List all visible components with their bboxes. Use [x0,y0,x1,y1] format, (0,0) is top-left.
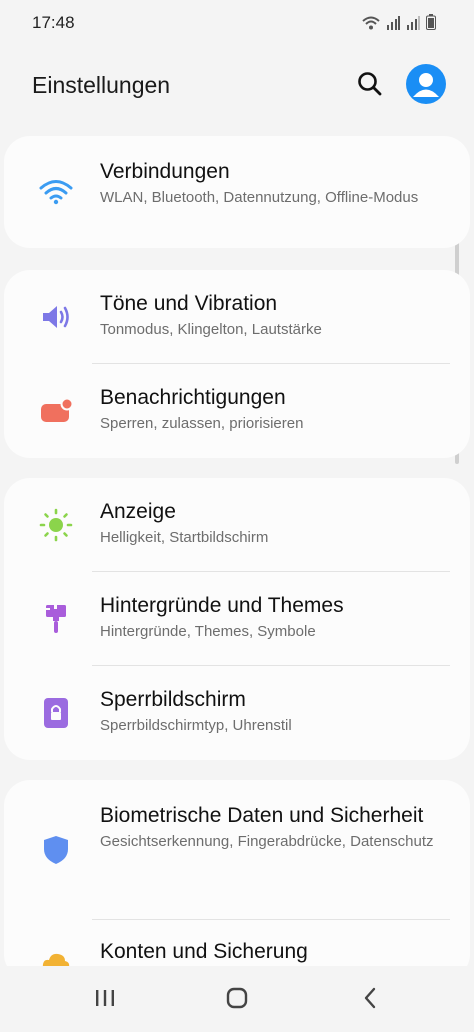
settings-item-subtitle: Gesichtserkennung, Fingerabdrücke, Daten… [100,833,434,850]
settings-item-title: Anzeige [100,500,176,523]
settings-group-security: Biometrische Daten und Sicherheit Gesich… [4,780,470,980]
battery-icon [426,14,436,30]
settings-item-title: Töne und Vibration [100,292,278,315]
settings-item-display[interactable]: Anzeige Helligkeit, Startbildschirm [4,478,470,572]
settings-item-sounds[interactable]: Töne und Vibration Tonmodus, Klingelton,… [4,270,470,364]
settings-item-subtitle: Sperren, zulassen, priorisieren [100,415,304,432]
settings-item-biometrics[interactable]: Biometrische Daten und Sicherheit Gesich… [4,780,470,920]
settings-screen: 17:48 Einstellungen Verbindungen WLAN, B… [0,0,474,1032]
settings-item-title: Biometrische Daten und Sicherheit [100,804,424,827]
signal-icon [387,16,400,30]
page-title: Einstellungen [32,72,171,98]
notification-icon [36,391,76,431]
shield-icon [36,830,76,870]
account-icon [413,73,439,97]
settings-item-title: Sperrbildschirm [100,688,246,711]
app-header: Einstellungen [0,60,474,110]
wifi-icon [362,16,380,30]
settings-item-title: Konten und Sicherung [100,940,308,963]
back-icon [364,987,376,1009]
settings-group-connections: Verbindungen WLAN, Bluetooth, Datennutzu… [4,136,470,248]
account-avatar[interactable] [406,64,446,104]
settings-item-subtitle: Tonmodus, Klingelton, Lautstärke [100,321,322,338]
settings-item-notifications[interactable]: Benachrichtigungen Sperren, zulassen, pr… [4,364,470,458]
recents-button[interactable] [85,980,125,1016]
settings-item-subtitle: Helligkeit, Startbildschirm [100,529,269,546]
recents-icon [96,990,114,1006]
home-button[interactable] [217,980,257,1016]
wifi-icon [36,172,76,212]
settings-item-lock-screen[interactable]: Sperrbildschirm Sperrbildschirmtyp, Uhre… [4,666,470,760]
lock-screen-icon [36,693,76,733]
brightness-icon [36,505,76,545]
settings-item-subtitle: WLAN, Bluetooth, Datennutzung, Offline-M… [100,189,419,206]
speaker-icon [36,297,76,337]
status-bar: 17:48 [0,0,474,46]
settings-item-title: Benachrichtigungen [100,386,286,409]
settings-item-title: Hintergründe und Themes [100,594,344,617]
paintbrush-icon [36,599,76,639]
home-icon [226,987,248,1009]
settings-group-display: Anzeige Helligkeit, Startbildschirm Hint… [4,478,470,760]
navigation-bar [0,966,474,1032]
signal-icon [407,16,420,30]
status-time: 17:48 [32,13,75,32]
settings-item-connections[interactable]: Verbindungen WLAN, Bluetooth, Datennutzu… [4,136,470,248]
settings-item-title: Verbindungen [100,160,230,183]
settings-item-wallpapers[interactable]: Hintergründe und Themes Hintergründe, Th… [4,572,470,666]
search-icon[interactable] [356,70,384,98]
back-button[interactable] [350,980,390,1016]
settings-group-sound: Töne und Vibration Tonmodus, Klingelton,… [4,270,470,458]
status-icons [362,14,436,30]
settings-item-subtitle: Hintergründe, Themes, Symbole [100,623,316,640]
settings-item-subtitle: Sperrbildschirmtyp, Uhrenstil [100,717,292,734]
